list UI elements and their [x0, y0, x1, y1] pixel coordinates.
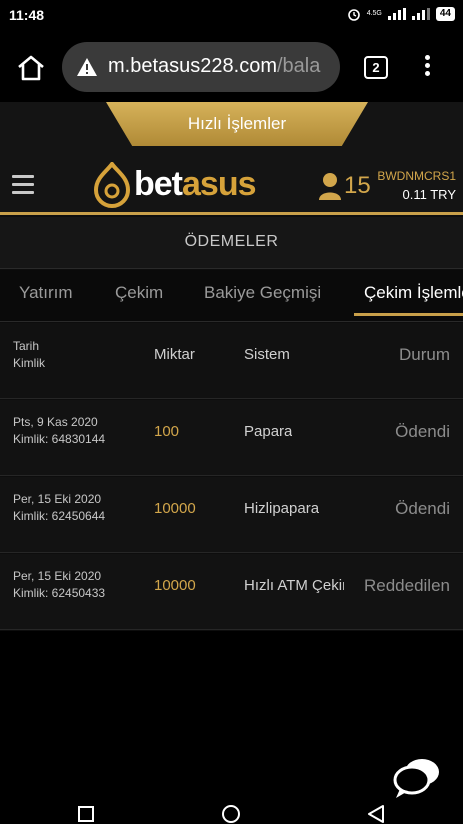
url-path: /bala [276, 55, 321, 77]
row-system: Hızlı ATM Çekim [244, 577, 344, 594]
recent-apps-icon[interactable] [78, 806, 94, 822]
row-id: Kimlik: 62450644 [13, 509, 106, 523]
hamburger-menu-icon[interactable] [12, 175, 34, 195]
back-icon[interactable] [366, 804, 386, 824]
overflow-menu-icon[interactable] [421, 52, 433, 82]
table-header: Tarih Kimlik Miktar Sistem Durum [0, 323, 463, 399]
page-title: ÖDEMELER [0, 217, 463, 269]
row-date: Per, 15 Eki 2020 [13, 492, 102, 506]
logo-wordmark-bet: bet [134, 165, 183, 203]
signal-icon [387, 8, 406, 20]
quick-actions-tab[interactable]: Hızlı İşlemler [106, 102, 368, 146]
username[interactable]: BWDNMCRS1 [377, 169, 456, 183]
row-system: Hizlipapara [244, 500, 320, 517]
status-bar: 11:48 4.5G 44 [0, 0, 463, 32]
row-id: Kimlik: 62450433 [13, 586, 106, 600]
battery-indicator: 44 [435, 7, 455, 21]
system-navigation-bar [0, 800, 463, 824]
home-button-icon[interactable] [222, 805, 240, 823]
status-time: 11:48 [9, 7, 45, 23]
tab-withdraw[interactable]: Çekim [115, 283, 163, 303]
logo-wordmark-asus: asus [182, 165, 256, 203]
tab-balance-history[interactable]: Bakiye Geçmişi [204, 283, 321, 303]
row-status: Reddedilen [363, 576, 450, 595]
signal-icon-secondary [411, 8, 430, 20]
row-status: Ödendi [395, 499, 450, 518]
row-id: Kimlik: 64830144 [13, 432, 106, 446]
row-status: Ödendi [395, 422, 450, 441]
active-tab-indicator [354, 313, 463, 316]
url-domain: m.betasus228.com [108, 55, 277, 77]
row-amount: 100 [154, 423, 180, 440]
url-bar[interactable]: m.betasus228.com/bala [62, 42, 340, 92]
live-chat-icon[interactable] [392, 756, 442, 800]
warning-icon[interactable] [76, 56, 98, 78]
table-row[interactable]: Per, 15 Eki 2020 Kimlik: 62450644 10000 … [0, 477, 463, 553]
browser-toolbar: m.betasus228.com/bala 2 [0, 32, 463, 102]
home-icon[interactable] [16, 54, 46, 82]
table-row[interactable]: Per, 15 Eki 2020 Kimlik: 62450433 10000 … [0, 554, 463, 630]
account-balance: 0.11 TRY [402, 187, 456, 202]
url-text[interactable]: m.betasus228.com/bala [108, 55, 320, 78]
tab-switcher-button[interactable]: 2 [364, 56, 388, 79]
alarm-icon [347, 9, 360, 21]
row-system: Papara [244, 423, 293, 440]
user-icon[interactable] [318, 172, 342, 200]
row-date: Per, 15 Eki 2020 [13, 569, 102, 583]
logo-mark-icon [93, 162, 131, 208]
header-date: Tarih [13, 339, 40, 353]
status-icons: 4.5G 44 [347, 7, 455, 21]
logo-wordmark: betasus [134, 165, 256, 204]
header-system: Sistem [244, 346, 290, 363]
header-status: Durum [398, 345, 450, 364]
network-type-label: 4.5G [366, 10, 382, 17]
tab-deposit[interactable]: Yatırım [19, 283, 73, 303]
tab-withdraw-transactions[interactable]: Çekim İşlemleri [364, 283, 463, 303]
betasus-logo[interactable]: betasus [92, 162, 268, 210]
table-row[interactable]: Pts, 9 Kas 2020 Kimlik: 64830144 100 Pap… [0, 400, 463, 476]
row-date: Pts, 9 Kas 2020 [13, 415, 98, 429]
header-id: Kimlik [13, 356, 45, 370]
row-amount: 10000 [154, 577, 196, 594]
notification-count[interactable]: 15 [344, 172, 371, 200]
row-amount: 10000 [154, 500, 196, 517]
header-amount: Miktar [154, 346, 195, 363]
